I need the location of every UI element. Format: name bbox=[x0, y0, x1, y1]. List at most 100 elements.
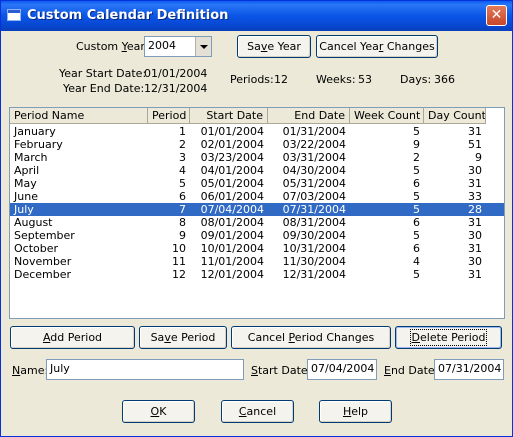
cell-day-count: 31 bbox=[468, 242, 482, 255]
cell-end-date: 03/22/2004 bbox=[282, 138, 346, 151]
table-row[interactable]: March 3 03/23/2004 03/31/2004 2 9 bbox=[10, 151, 504, 164]
add-period-button[interactable]: Add Period bbox=[10, 326, 135, 349]
table-row[interactable]: February 2 02/01/2004 03/22/2004 9 51 bbox=[10, 138, 504, 151]
close-button[interactable]: ✕ bbox=[486, 5, 507, 26]
cell-end-date: 05/31/2004 bbox=[282, 177, 346, 190]
table-row[interactable]: July 7 07/04/2004 07/31/2004 5 28 bbox=[10, 203, 504, 216]
cell-start-date: 12/01/2004 bbox=[200, 268, 264, 281]
delete-period-button[interactable]: Delete Period bbox=[395, 326, 502, 349]
cell-period: 5 bbox=[179, 177, 186, 190]
cell-week-count: 5 bbox=[413, 125, 420, 138]
cell-period-name: May bbox=[14, 177, 37, 190]
custom-year-value: 2004 bbox=[148, 39, 176, 52]
ok-button[interactable]: OK bbox=[122, 400, 195, 423]
cell-period: 9 bbox=[179, 229, 186, 242]
column-header-start-date[interactable]: Start Date bbox=[190, 108, 268, 124]
table-row[interactable]: April 4 04/01/2004 04/30/2004 5 30 bbox=[10, 164, 504, 177]
cell-start-date: 08/01/2004 bbox=[200, 216, 264, 229]
cell-start-date: 02/01/2004 bbox=[200, 138, 264, 151]
column-header-period[interactable]: Period bbox=[148, 108, 190, 124]
help-button[interactable]: Help bbox=[319, 400, 392, 423]
cell-period-name: July bbox=[14, 203, 34, 216]
custom-year-label: Custom Year: bbox=[76, 40, 149, 53]
cell-period: 7 bbox=[179, 203, 186, 216]
cell-end-date: 09/30/2004 bbox=[282, 229, 346, 242]
cancel-year-changes-button[interactable]: Cancel Year Changes bbox=[316, 35, 438, 58]
cell-period-name: April bbox=[14, 164, 40, 177]
cell-day-count: 31 bbox=[468, 125, 482, 138]
save-period-button[interactable]: Save Period bbox=[139, 326, 227, 349]
cell-week-count: 2 bbox=[413, 151, 420, 164]
cell-period: 3 bbox=[179, 151, 186, 164]
cell-period-name: January bbox=[14, 125, 56, 138]
table-header: Period Name Period Start Date End Date W… bbox=[10, 108, 504, 124]
cancel-period-changes-button[interactable]: Cancel Period Changes bbox=[231, 326, 391, 349]
cell-day-count: 30 bbox=[468, 164, 482, 177]
cell-day-count: 30 bbox=[468, 255, 482, 268]
cell-day-count: 30 bbox=[468, 229, 482, 242]
period-name-input[interactable]: July bbox=[46, 359, 244, 380]
cell-period-name: November bbox=[14, 255, 72, 268]
cell-period-name: March bbox=[14, 151, 48, 164]
cell-day-count: 31 bbox=[468, 177, 482, 190]
cell-end-date: 07/03/2004 bbox=[282, 190, 346, 203]
cell-week-count: 4 bbox=[413, 255, 420, 268]
cell-day-count: 33 bbox=[468, 190, 482, 203]
title-bar[interactable]: Custom Calendar Definition ✕ bbox=[1, 1, 512, 31]
name-label: Name: bbox=[12, 364, 49, 377]
days-value: 366 bbox=[434, 73, 455, 86]
cell-period: 10 bbox=[172, 242, 186, 255]
cell-week-count: 6 bbox=[413, 216, 420, 229]
days-label: Days: bbox=[400, 73, 432, 86]
table-row[interactable]: August 8 08/01/2004 08/31/2004 6 31 bbox=[10, 216, 504, 229]
close-icon: ✕ bbox=[490, 7, 503, 23]
cell-start-date: 10/01/2004 bbox=[200, 242, 264, 255]
table-row[interactable]: October 10 10/01/2004 10/31/2004 6 31 bbox=[10, 242, 504, 255]
cell-end-date: 04/30/2004 bbox=[282, 164, 346, 177]
table-row[interactable]: December 12 12/01/2004 12/31/2004 5 31 bbox=[10, 268, 504, 281]
periods-value: 12 bbox=[274, 73, 288, 86]
cell-start-date: 04/01/2004 bbox=[200, 164, 264, 177]
cell-period-name: February bbox=[14, 138, 63, 151]
year-end-value: 12/31/2004 bbox=[144, 82, 208, 95]
table-row[interactable]: September 9 09/01/2004 09/30/2004 5 30 bbox=[10, 229, 504, 242]
cell-start-date: 11/01/2004 bbox=[200, 255, 264, 268]
cell-day-count: 51 bbox=[468, 138, 482, 151]
column-header-day-count[interactable]: Day Count bbox=[424, 108, 486, 124]
cell-day-count: 31 bbox=[468, 268, 482, 281]
cell-period: 1 bbox=[179, 125, 186, 138]
cell-period-name: December bbox=[14, 268, 72, 281]
column-header-period-name[interactable]: Period Name bbox=[10, 108, 148, 124]
start-date-input[interactable]: 07/04/2004 bbox=[307, 359, 377, 380]
chevron-down-icon[interactable] bbox=[195, 37, 211, 56]
cell-period-name: August bbox=[14, 216, 53, 229]
cell-end-date: 12/31/2004 bbox=[282, 268, 346, 281]
cell-start-date: 06/01/2004 bbox=[200, 190, 264, 203]
cell-end-date: 08/31/2004 bbox=[282, 216, 346, 229]
cancel-button[interactable]: Cancel bbox=[221, 400, 294, 423]
save-year-button[interactable]: Save Year bbox=[237, 35, 311, 58]
cell-start-date: 09/01/2004 bbox=[200, 229, 264, 242]
cell-week-count: 6 bbox=[413, 177, 420, 190]
table-row[interactable]: November 11 11/01/2004 11/30/2004 4 30 bbox=[10, 255, 504, 268]
periods-table[interactable]: Period Name Period Start Date End Date W… bbox=[9, 107, 505, 319]
cell-period: 8 bbox=[179, 216, 186, 229]
custom-year-select[interactable]: 2004 bbox=[144, 36, 212, 57]
cell-end-date: 07/31/2004 bbox=[282, 203, 346, 216]
table-row[interactable]: June 6 06/01/2004 07/03/2004 5 33 bbox=[10, 190, 504, 203]
cell-week-count: 5 bbox=[413, 268, 420, 281]
year-end-label: Year End Date: bbox=[63, 82, 145, 95]
year-start-value: 01/01/2004 bbox=[144, 67, 208, 80]
end-date-input[interactable]: 07/31/2004 bbox=[434, 359, 504, 380]
cell-week-count: 5 bbox=[413, 164, 420, 177]
column-header-end-date[interactable]: End Date bbox=[268, 108, 350, 124]
cell-start-date: 05/01/2004 bbox=[200, 177, 264, 190]
cell-week-count: 5 bbox=[413, 229, 420, 242]
table-row[interactable]: May 5 05/01/2004 05/31/2004 6 31 bbox=[10, 177, 504, 190]
cell-week-count: 5 bbox=[413, 190, 420, 203]
column-header-week-count[interactable]: Week Count bbox=[350, 108, 424, 124]
cell-end-date: 03/31/2004 bbox=[282, 151, 346, 164]
cell-day-count: 28 bbox=[468, 203, 482, 216]
end-date-label: End Date: bbox=[384, 364, 439, 377]
table-row[interactable]: January 1 01/01/2004 01/31/2004 5 31 bbox=[10, 125, 504, 138]
